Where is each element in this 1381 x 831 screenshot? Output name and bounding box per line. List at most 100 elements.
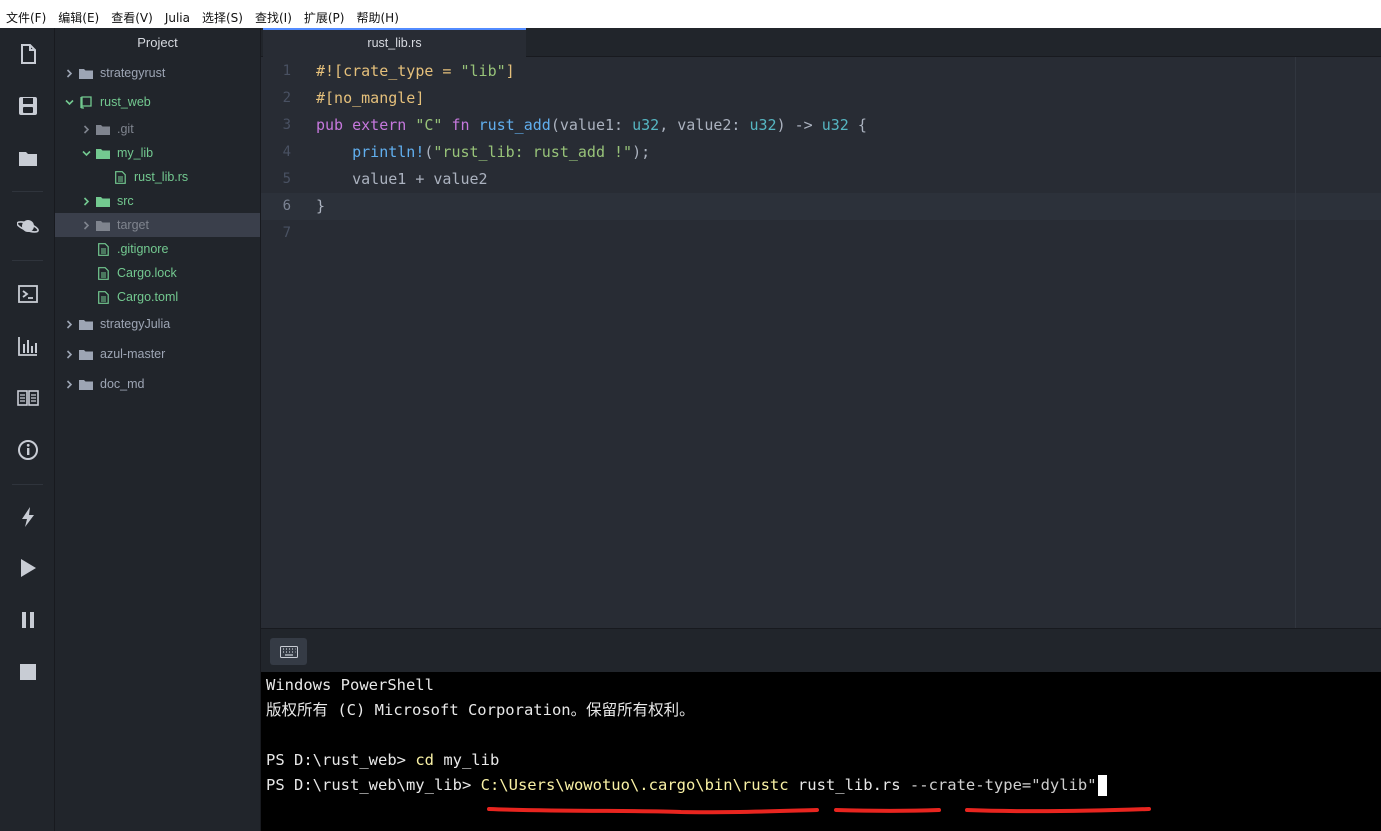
code-line-1: #![crate_type = "lib"] <box>316 62 515 80</box>
line-number-gutter: 1 2 3 4 5 6 7 <box>261 57 303 628</box>
terminal-toggle-button[interactable] <box>270 638 307 665</box>
terminal-line-5: PS D:\rust_web\my_lib> C:\Users\wowotuo\… <box>266 773 1107 798</box>
folder-icon <box>79 378 93 390</box>
tree-item[interactable]: strategyrust <box>55 61 260 85</box>
chart-icon <box>17 337 37 356</box>
line-number: 1 <box>282 63 291 79</box>
tree-item-label: .gitignore <box>117 242 169 256</box>
tree-item[interactable]: rust_web <box>55 90 260 114</box>
annotation-underline-3 <box>965 807 1151 814</box>
tree-item-label: rust_web <box>100 95 151 109</box>
terminal-button[interactable] <box>0 276 55 312</box>
tree-item-label: Cargo.toml <box>117 290 179 304</box>
tree-item[interactable]: Cargo.lock <box>55 261 260 285</box>
menu-select[interactable]: 选择(S) <box>202 9 243 28</box>
file-text-icon <box>96 290 110 304</box>
tab-rust-lib[interactable]: rust_lib.rs <box>263 28 526 57</box>
menu-find[interactable]: 查找(I) <box>255 9 292 28</box>
line-number: 5 <box>282 171 291 187</box>
folder-icon <box>96 123 110 135</box>
tree-item-label: doc_md <box>100 377 145 391</box>
menu-edit[interactable]: 编辑(E) <box>58 9 99 28</box>
run-block-button[interactable] <box>0 499 55 535</box>
terminal-panel[interactable]: Windows PowerShell 版权所有 (C) Microsoft Co… <box>261 672 1381 831</box>
cursor-line-highlight <box>261 193 1381 220</box>
tree-item[interactable]: .git <box>55 117 260 141</box>
run-button[interactable] <box>0 550 55 586</box>
terminal-line-1: Windows PowerShell <box>266 676 434 694</box>
menu-julia[interactable]: Julia <box>165 9 190 28</box>
remote-button[interactable] <box>0 208 55 244</box>
tree-item[interactable]: .gitignore <box>55 237 260 261</box>
annotation-underline-1 <box>487 807 819 815</box>
tree-item-label: strategyJulia <box>100 317 171 331</box>
line-number: 2 <box>282 90 291 106</box>
tree-item[interactable]: doc_md <box>55 372 260 396</box>
code-line-6: } <box>316 197 326 215</box>
book-icon <box>16 390 39 406</box>
save-button[interactable] <box>0 88 55 124</box>
plot-pane-button[interactable] <box>0 328 55 364</box>
chevron-right-icon[interactable] <box>80 195 92 207</box>
chevron-right-icon[interactable] <box>63 348 75 360</box>
stop-icon <box>19 664 36 680</box>
line-number: 6 <box>282 198 291 214</box>
chevron-right-icon[interactable] <box>63 318 75 330</box>
menu-view[interactable]: 查看(V) <box>111 9 153 28</box>
line-number: 4 <box>282 144 291 160</box>
chevron-right-icon[interactable] <box>63 67 75 79</box>
folder-icon <box>79 318 93 330</box>
play-icon <box>20 559 36 577</box>
tree-item-label: .git <box>117 122 134 136</box>
tree-item[interactable]: src <box>55 189 260 213</box>
tree-item[interactable]: target <box>55 213 260 237</box>
tree-item-label: rust_lib.rs <box>134 170 189 184</box>
tree-item[interactable]: strategyJulia <box>55 312 260 336</box>
code-line-3: pub extern "C" fn rust_add(value1: u32, … <box>316 116 867 134</box>
tree-item[interactable]: Cargo.toml <box>55 285 260 309</box>
annotation-underline-2 <box>834 808 941 813</box>
tree-item-label: src <box>117 194 134 208</box>
menu-extensions[interactable]: 扩展(P) <box>304 9 345 28</box>
terminal-toolbar <box>261 628 1381 672</box>
new-file-button[interactable] <box>0 36 55 72</box>
chevron-right-icon[interactable] <box>80 123 92 135</box>
keyboard-icon <box>279 645 298 658</box>
menu-bar: 文件(F) 编辑(E) 查看(V) Julia 选择(S) 查找(I) 扩展(P… <box>0 9 1381 28</box>
pause-icon <box>21 612 34 628</box>
folder-icon <box>96 219 110 231</box>
line-number: 3 <box>282 117 291 133</box>
menu-help[interactable]: 帮助(H) <box>356 9 398 28</box>
info-button[interactable] <box>0 432 55 468</box>
terminal-line-2: 版权所有 (C) Microsoft Corporation。保留所有权利。 <box>266 701 695 719</box>
tree-item-label: azul-master <box>100 347 166 361</box>
project-title: Project <box>137 35 178 50</box>
file-icon <box>20 44 36 64</box>
tree-item[interactable]: rust_lib.rs <box>55 165 260 189</box>
tree-item-label: my_lib <box>117 146 154 160</box>
tab-bar: rust_lib.rs <box>261 28 1381 57</box>
chevron-down-icon[interactable] <box>80 147 92 159</box>
tool-bar <box>0 28 55 831</box>
chevron-down-icon[interactable] <box>63 96 75 108</box>
chevron-right-icon[interactable] <box>63 378 75 390</box>
tree-item-label: target <box>117 218 149 232</box>
docs-button[interactable] <box>0 380 55 416</box>
toolbar-separator <box>12 484 43 485</box>
file-text-icon <box>96 266 110 280</box>
terminal-cursor <box>1097 775 1107 796</box>
line-number: 7 <box>282 225 291 241</box>
toolbar-separator <box>12 260 43 261</box>
stop-button[interactable] <box>0 654 55 690</box>
open-folder-button[interactable] <box>0 140 55 176</box>
menu-file[interactable]: 文件(F) <box>6 9 46 28</box>
code-editor[interactable]: 1 2 3 4 5 6 7 #![crate_type = "lib"] #[n… <box>261 57 1381 628</box>
tree-item[interactable]: my_lib <box>55 141 260 165</box>
project-panel: Project strategyrust rust_web .git my_libru… <box>55 28 261 831</box>
chevron-right-icon[interactable] <box>80 219 92 231</box>
tree-item[interactable]: azul-master <box>55 342 260 366</box>
pause-button[interactable] <box>0 602 55 638</box>
folder-icon <box>18 152 37 166</box>
